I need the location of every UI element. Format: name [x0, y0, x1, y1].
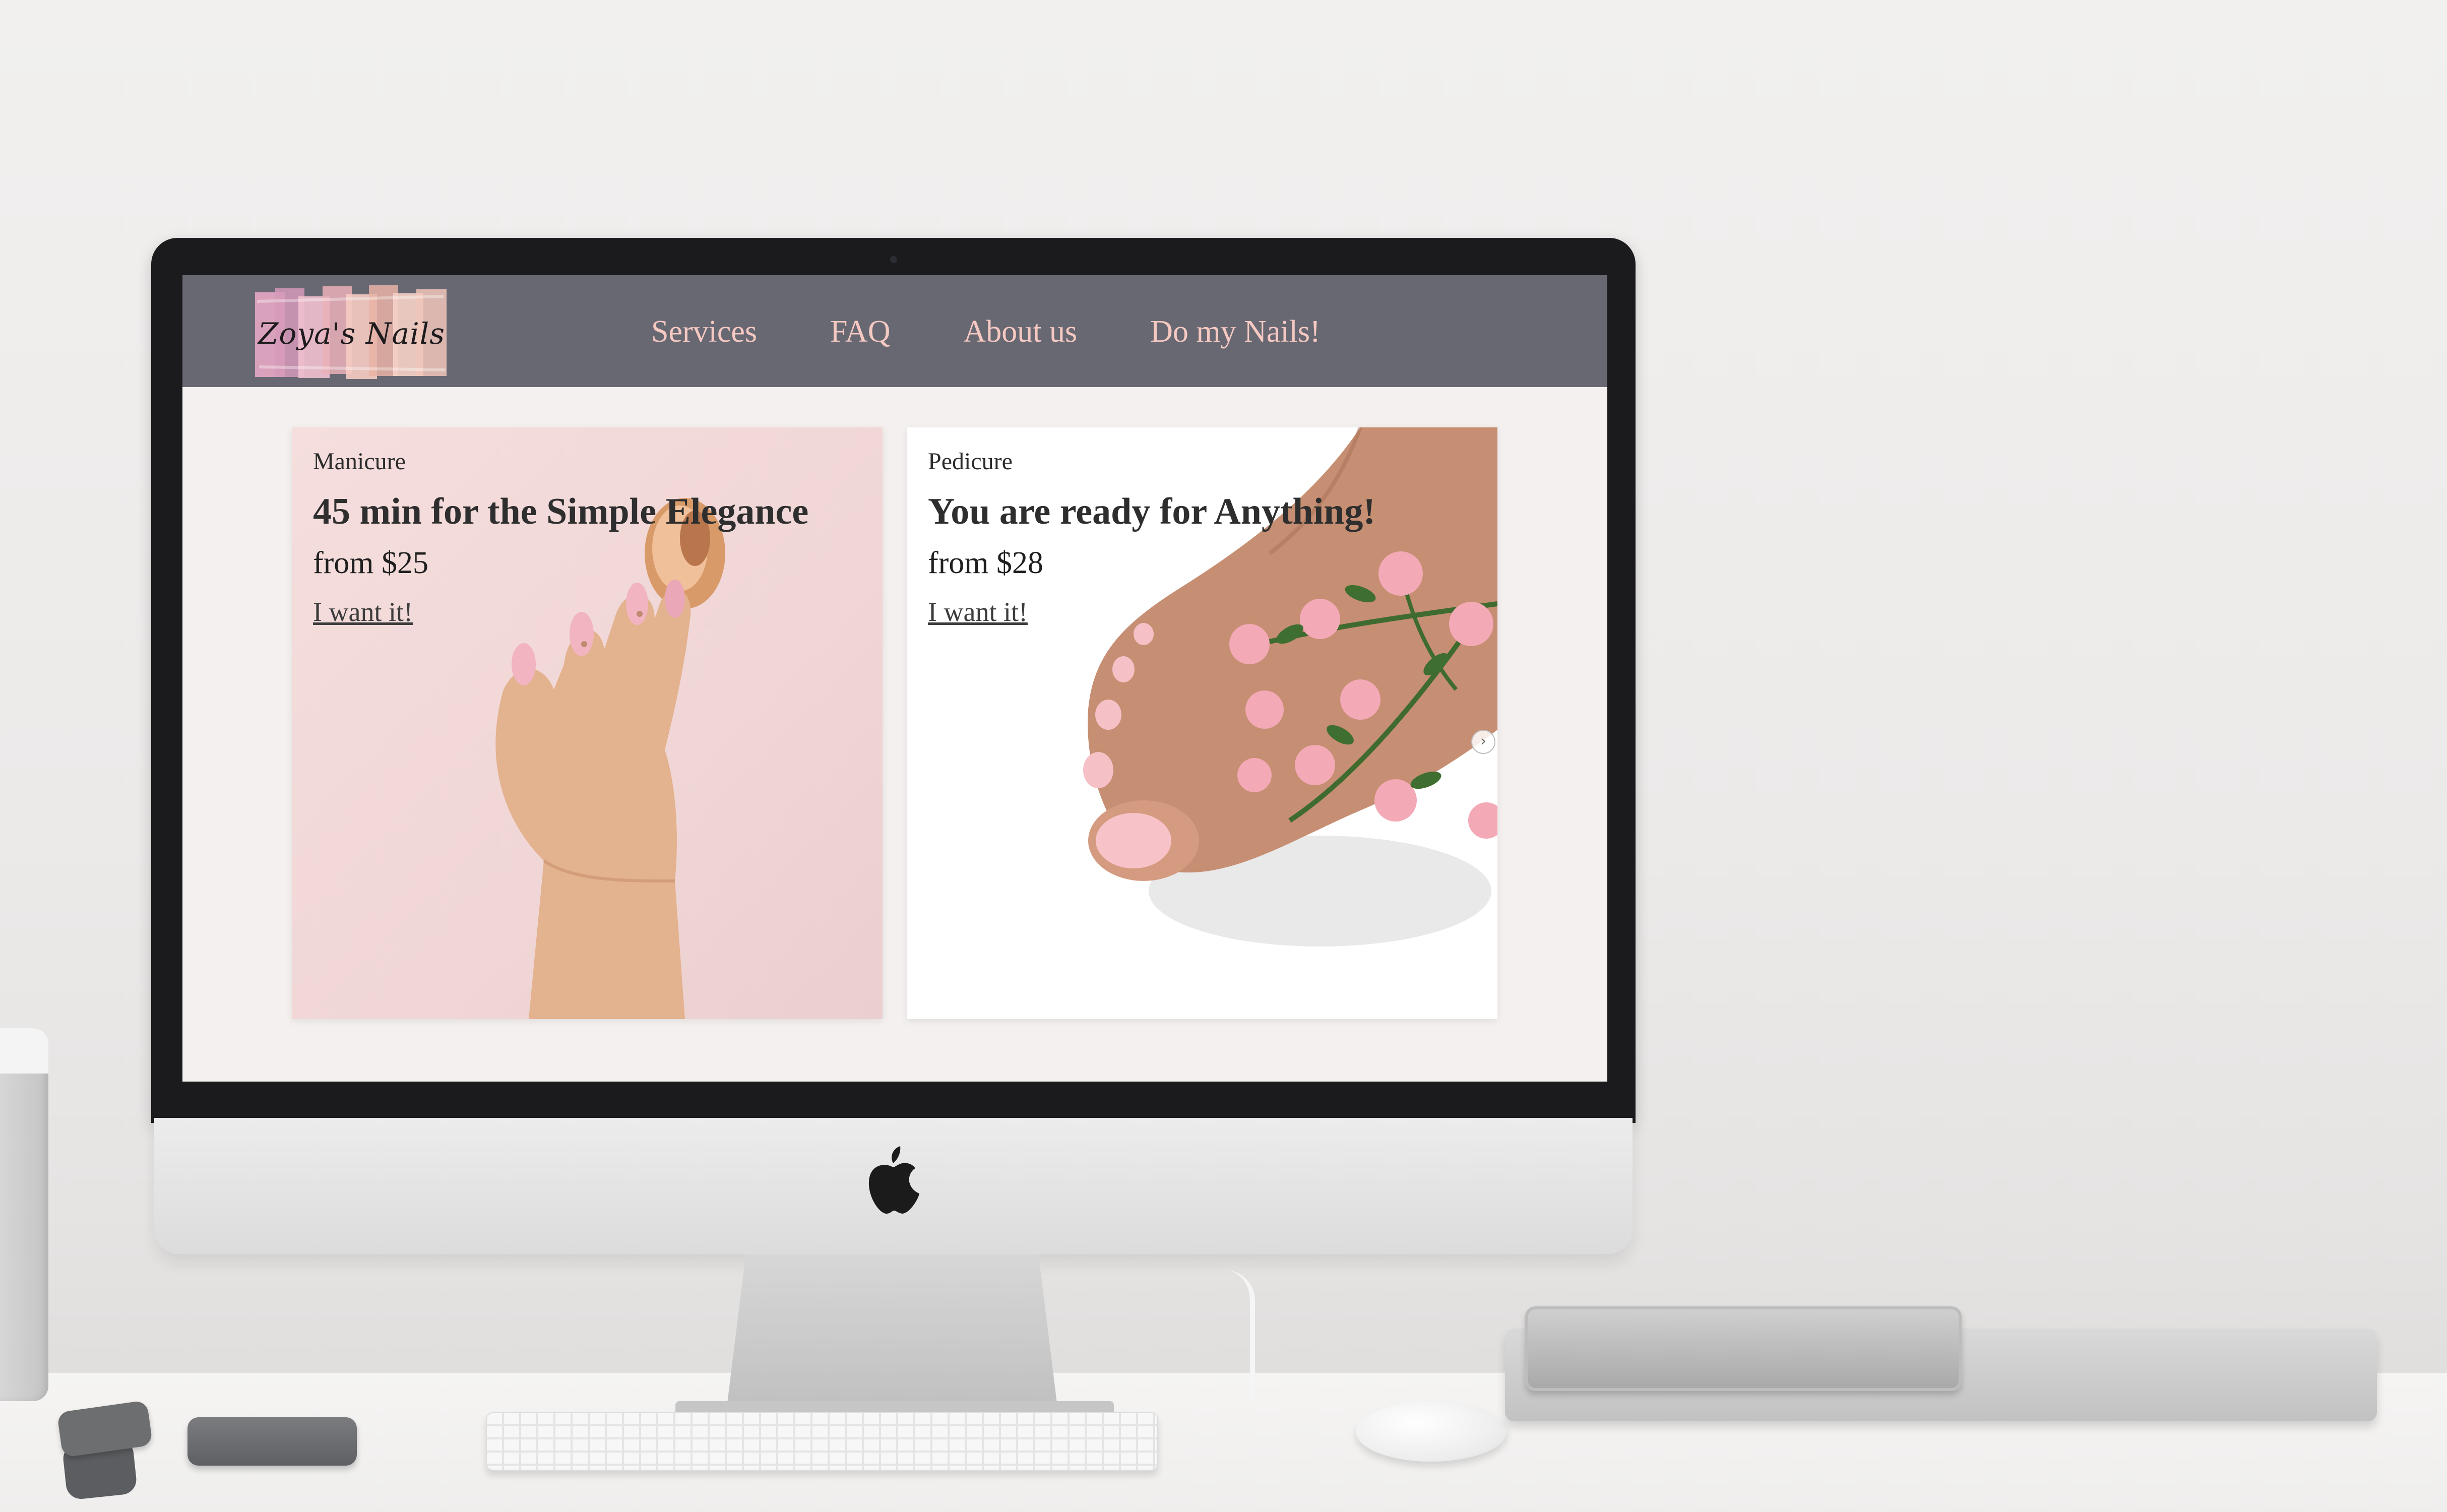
site-logo[interactable]: Zoya's Nails — [252, 281, 451, 382]
logo-text: Zoya's Nails — [258, 317, 445, 351]
desk-scene: Zoya's Nails Services FAQ About us Do my… — [0, 0, 2447, 1512]
nav-links: Services FAQ About us Do my Nails! — [651, 306, 1321, 357]
nav-link-services[interactable]: Services — [651, 314, 757, 350]
manicure-card-text: Manicure 45 min for the Simple Elegance … — [313, 448, 867, 627]
speaker — [0, 1028, 48, 1401]
navbar: Zoya's Nails Services FAQ About us Do my… — [182, 275, 1607, 387]
pedicure-card-text: Pedicure You are ready for Anything! fro… — [928, 448, 1482, 627]
mouse — [1356, 1401, 1507, 1462]
nav-link-faq[interactable]: FAQ — [830, 314, 890, 350]
tablet — [1525, 1306, 1962, 1391]
camera-icon — [890, 256, 897, 263]
service-card-manicure[interactable]: Manicure 45 min for the Simple Elegance … — [292, 427, 883, 1019]
card-category: Pedicure — [928, 448, 1013, 475]
carousel-next-icon[interactable]: › — [1471, 730, 1495, 754]
apple-logo-icon — [863, 1145, 923, 1216]
nav-link-about-us[interactable]: About us — [963, 314, 1077, 350]
card-price: from $28 — [928, 546, 1044, 580]
smartphone — [187, 1417, 357, 1466]
keyboard — [486, 1412, 1158, 1471]
card-title: You are ready for Anything! — [928, 491, 1376, 532]
monitor-stand — [726, 1254, 1058, 1415]
power-cable — [1149, 1270, 1255, 1401]
i-want-it-link[interactable]: I want it! — [928, 597, 1028, 627]
nav-link-do-my-nails[interactable]: Do my Nails! — [1150, 314, 1321, 350]
i-want-it-link[interactable]: I want it! — [313, 597, 413, 627]
card-title: 45 min for the Simple Elegance — [313, 491, 809, 532]
speaker-top — [0, 1028, 48, 1074]
website-screen: Zoya's Nails Services FAQ About us Do my… — [182, 275, 1607, 1082]
card-category: Manicure — [313, 448, 406, 475]
service-card-pedicure[interactable]: Pedicure You are ready for Anything! fro… — [907, 427, 1497, 1019]
card-price: from $25 — [313, 546, 429, 580]
